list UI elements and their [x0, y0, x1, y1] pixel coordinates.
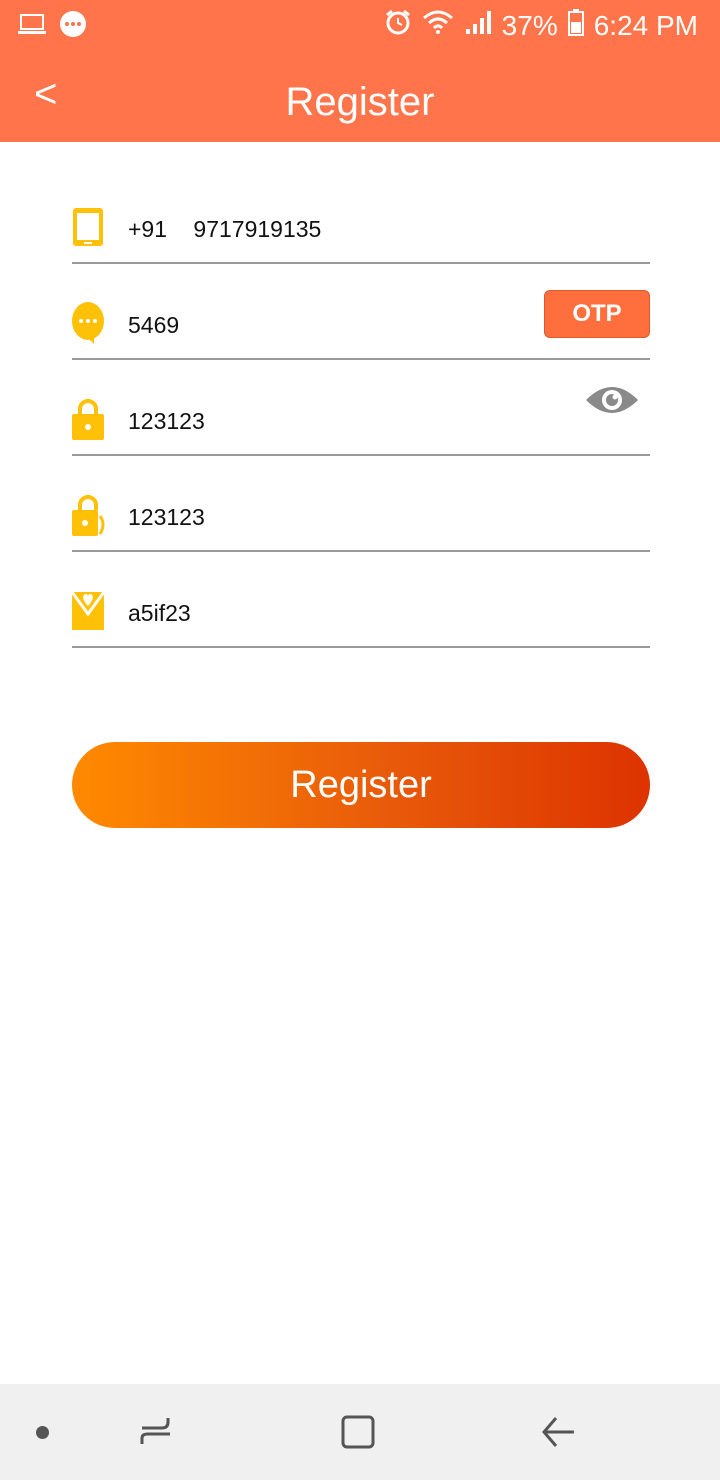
password-field[interactable]: 123123 [72, 387, 650, 456]
status-left [16, 10, 88, 45]
back-icon[interactable] [538, 1412, 578, 1452]
lock-icon [72, 398, 104, 440]
status-right: 37% 6:24 PM [384, 8, 698, 43]
otp-field[interactable]: 5469 OTP [72, 290, 650, 360]
chat-bubble-icon [58, 10, 88, 45]
battery-icon [567, 8, 584, 43]
chat-bubble-icon [72, 302, 104, 344]
password-value: 123123 [128, 408, 205, 434]
otp-value: 5469 [128, 312, 180, 338]
battery-percent: 37% [501, 9, 558, 41]
referral-value: a5if23 [128, 600, 191, 626]
phone-value: +91 9717919135 [128, 216, 321, 243]
page-title: Register [285, 80, 435, 124]
status-bar: 37% 6:24 PM [0, 0, 720, 48]
app-header: 37% 6:24 PM < Register [0, 0, 720, 142]
signal-icon [464, 9, 492, 42]
referral-field[interactable]: a5if23 [70, 582, 650, 648]
alarm-icon [384, 8, 412, 43]
wifi-icon [422, 9, 454, 42]
phone-number: 9717919135 [193, 216, 322, 242]
otp-button[interactable]: OTP [544, 290, 650, 338]
confirm-password-field[interactable]: 123123 [72, 486, 650, 552]
status-time: 6:24 PM [593, 9, 698, 41]
confirm-password-value: 123123 [128, 504, 205, 530]
system-nav-bar [0, 1384, 720, 1480]
register-button[interactable]: Register [72, 742, 650, 828]
dot-icon[interactable] [36, 1426, 49, 1439]
phone-icon [72, 206, 104, 248]
recent-apps-icon[interactable] [136, 1412, 176, 1452]
laptop-icon [16, 13, 48, 42]
lock-confirm-icon [72, 494, 105, 536]
referral-heart-icon [70, 590, 106, 632]
eye-icon[interactable] [584, 382, 640, 418]
home-icon[interactable] [338, 1412, 378, 1452]
country-code[interactable]: +91 [128, 216, 167, 242]
phone-field[interactable]: +91 9717919135 [72, 198, 650, 264]
